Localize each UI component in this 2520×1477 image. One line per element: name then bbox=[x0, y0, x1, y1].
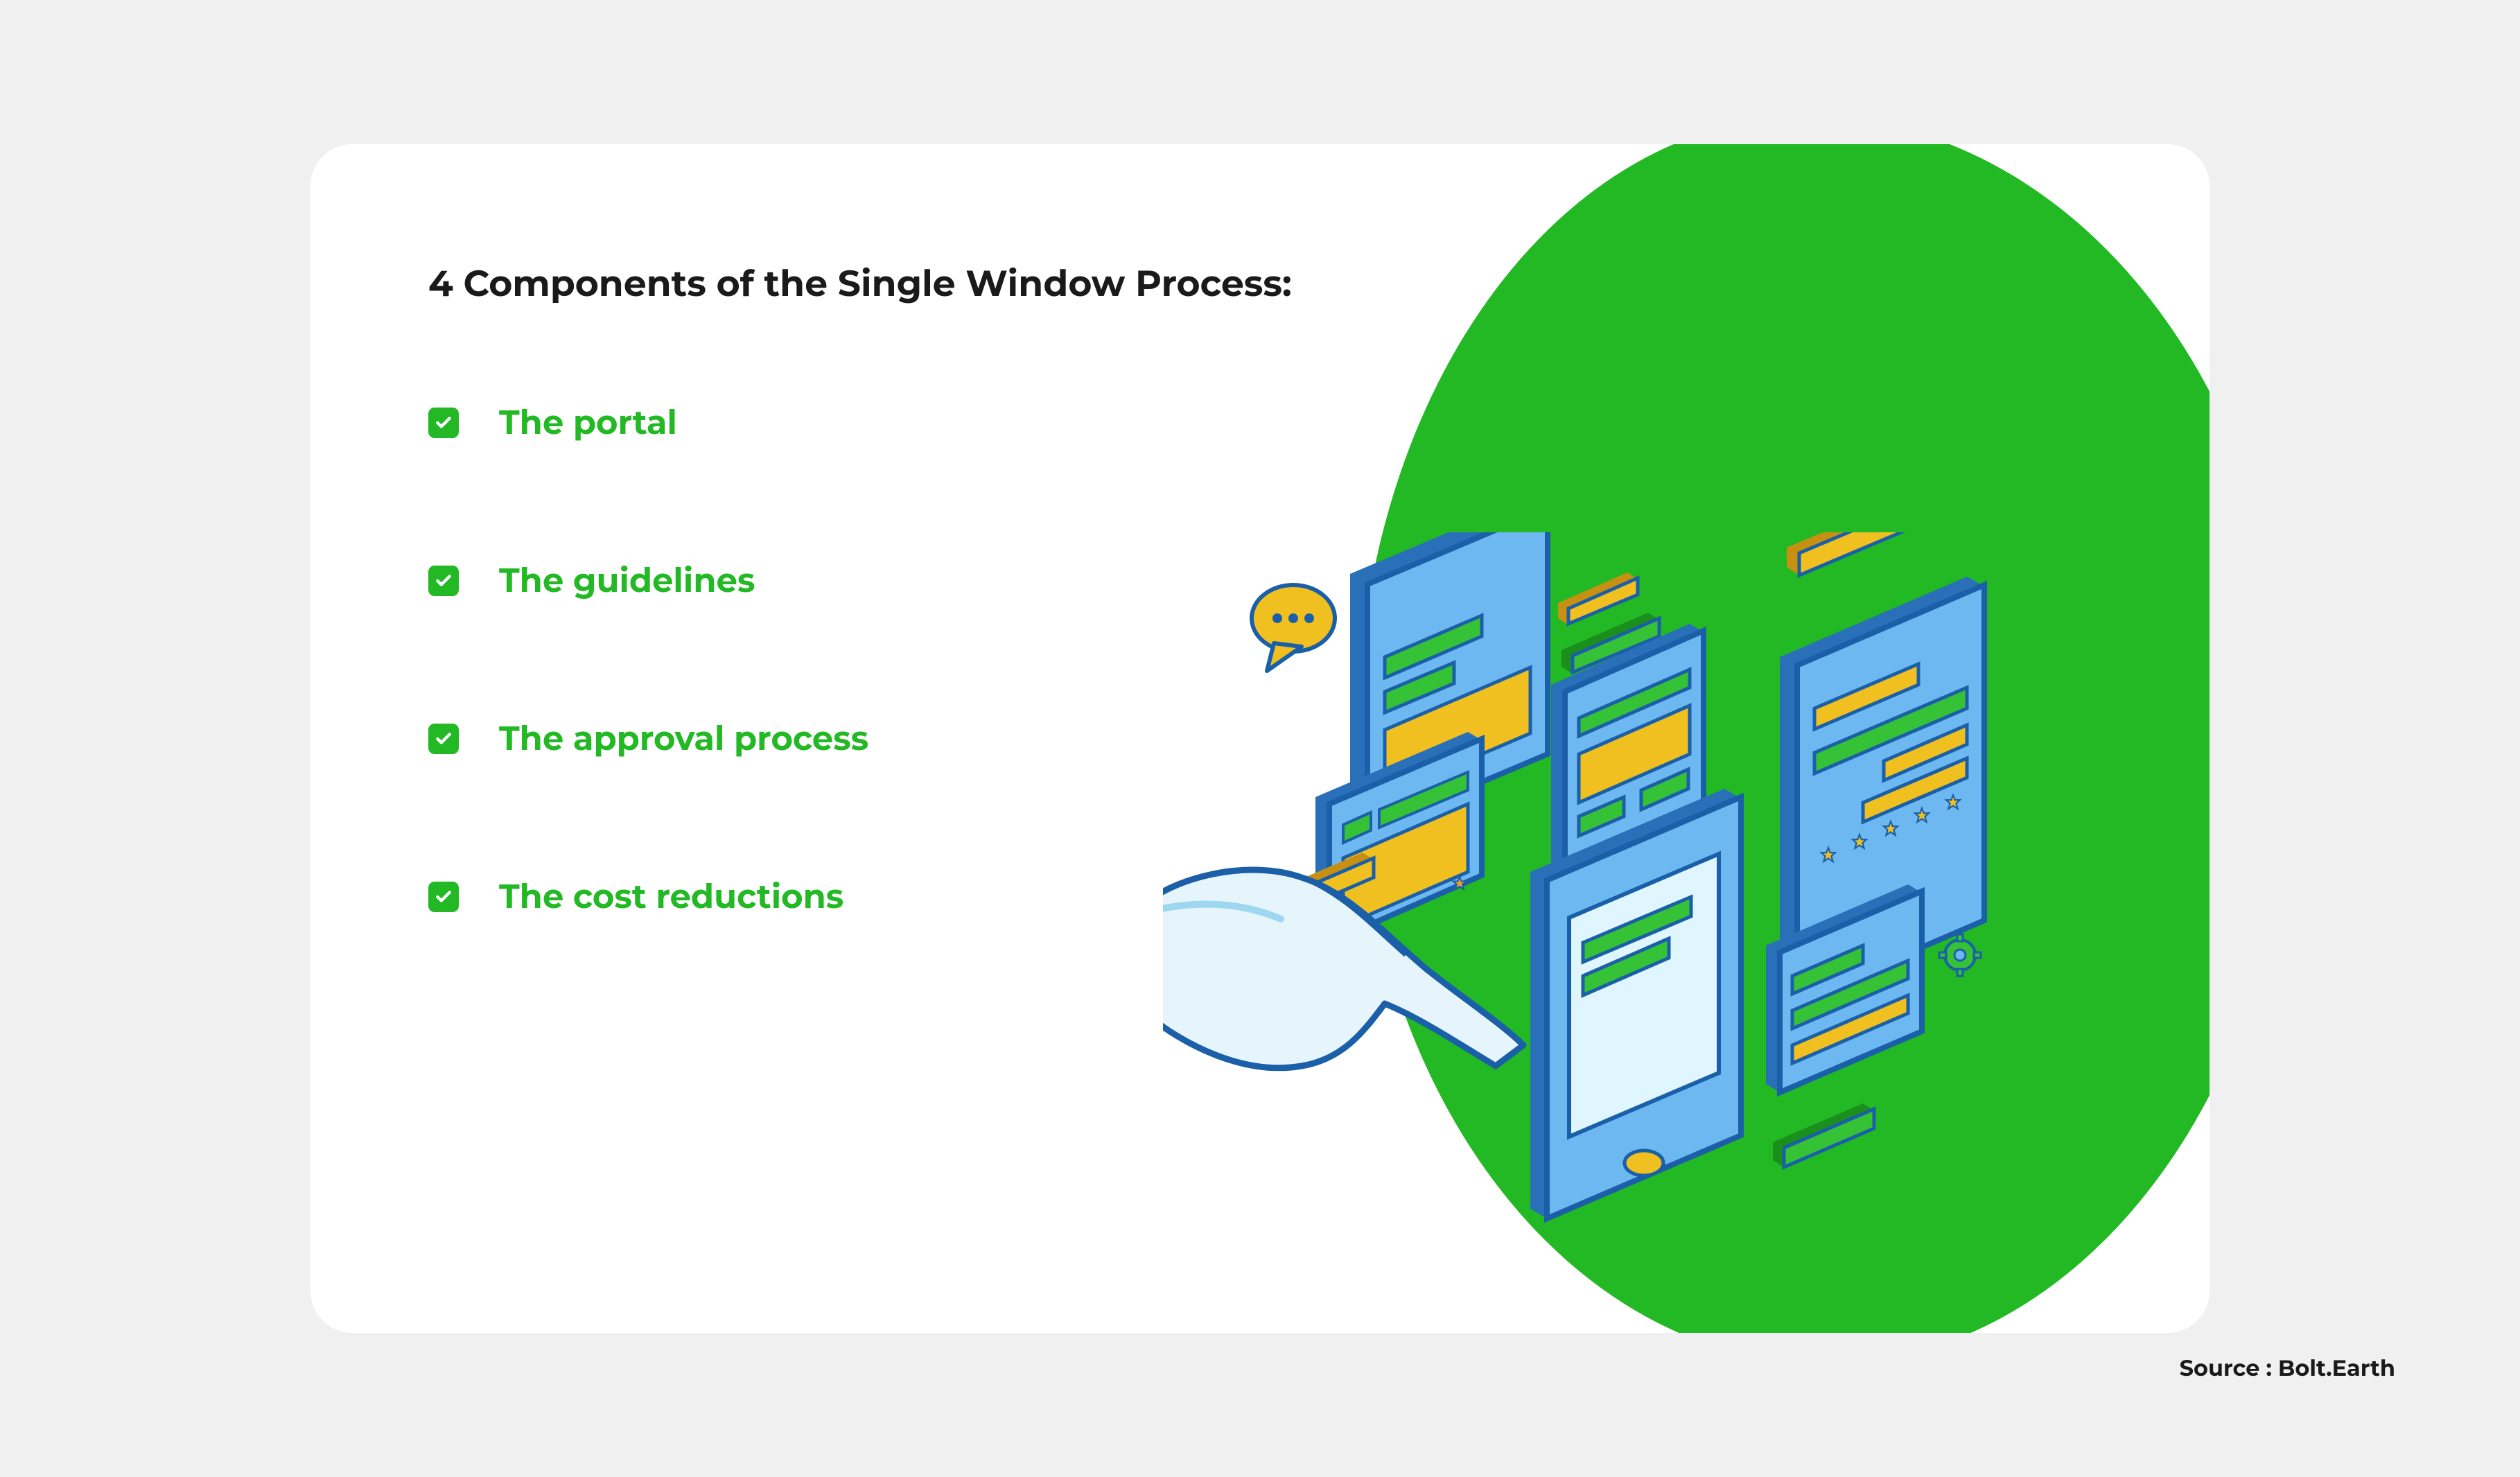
pill-icon bbox=[1773, 1103, 1874, 1167]
check-icon bbox=[428, 882, 459, 912]
pill-icon bbox=[1558, 573, 1638, 625]
check-icon bbox=[428, 724, 459, 754]
list-item-label: The cost reductions bbox=[499, 877, 843, 917]
info-card: 4 Components of the Single Window Proces… bbox=[310, 144, 2210, 1333]
hand-icon bbox=[1163, 870, 1523, 1068]
list-item-label: The portal bbox=[499, 403, 677, 443]
gear-icon bbox=[1939, 934, 1981, 976]
list-item-label: The approval process bbox=[499, 719, 868, 759]
speech-bubble-icon bbox=[1252, 585, 1335, 671]
list-item: The portal bbox=[428, 403, 1364, 443]
source-label: Source : Bolt.Earth bbox=[2180, 1355, 2395, 1382]
list-item-label: The guidelines bbox=[499, 561, 755, 601]
card-title: 4 Components of the Single Window Proces… bbox=[428, 262, 1364, 306]
check-icon bbox=[428, 566, 459, 596]
home-button-icon bbox=[1625, 1151, 1663, 1176]
isometric-ui-illustration bbox=[1163, 532, 2182, 1295]
check-icon bbox=[428, 408, 459, 438]
pill-icon bbox=[1787, 532, 1924, 575]
